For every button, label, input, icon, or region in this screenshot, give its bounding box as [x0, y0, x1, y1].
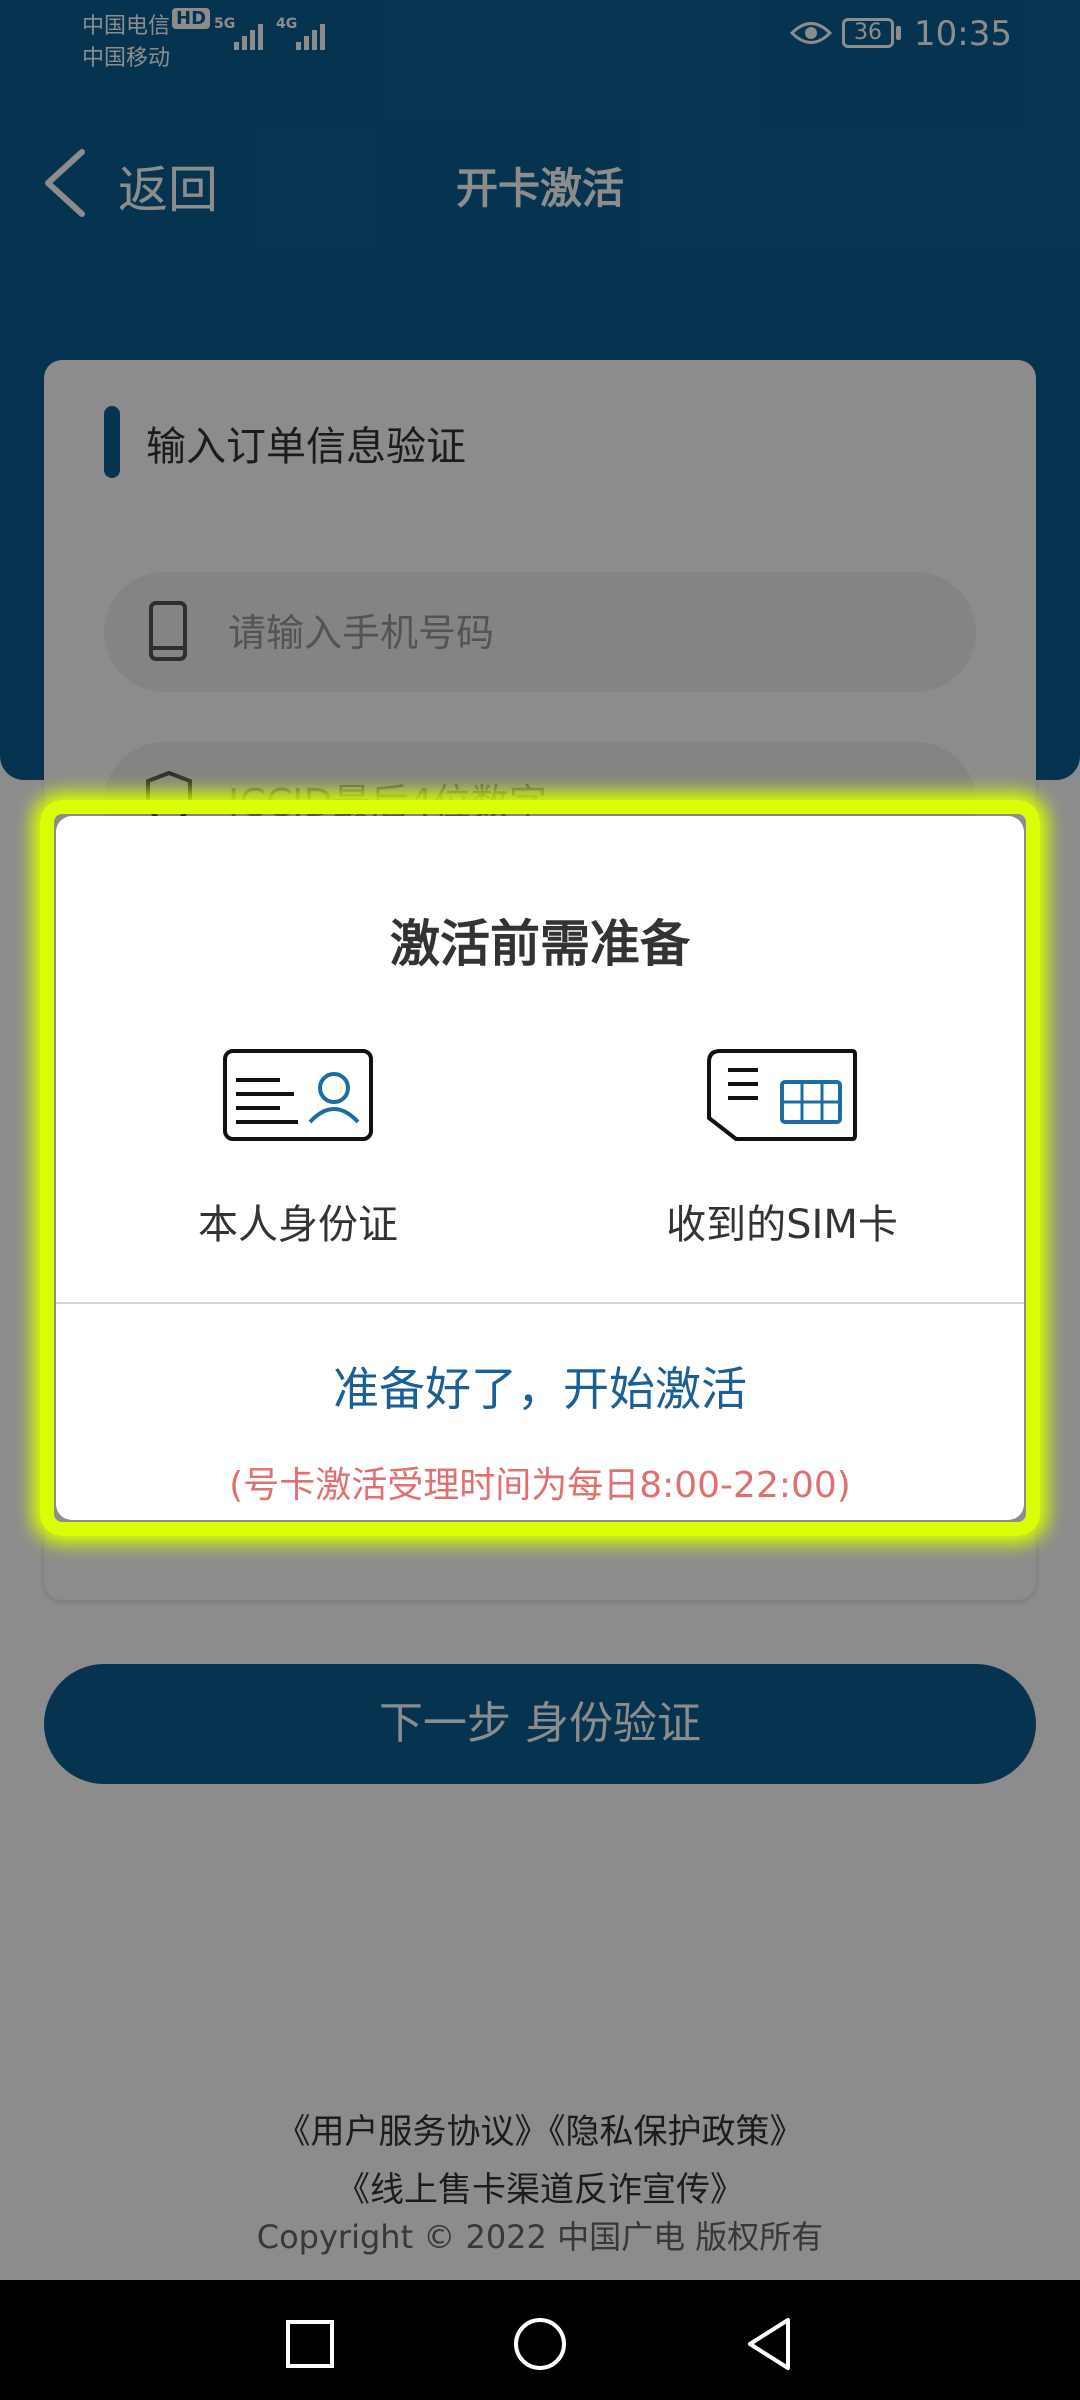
start-activation-button[interactable]: 准备好了，开始激活	[56, 1346, 1024, 1426]
modal-title: 激活前需准备	[390, 915, 690, 973]
activation-hours-notice: (号卡激活受理时间为每日8:00-22:00)	[229, 1465, 851, 1506]
modal-divider	[56, 1302, 1024, 1304]
home-icon[interactable]	[508, 2312, 572, 2376]
recent-apps-icon[interactable]	[278, 2312, 342, 2376]
sim-card-icon	[707, 1049, 857, 1141]
sim-card-label: 收到的SIM卡	[666, 1202, 898, 1248]
id-card-icon	[223, 1049, 373, 1141]
id-card-label: 本人身份证	[198, 1202, 398, 1248]
back-triangle-icon[interactable]	[738, 2312, 802, 2376]
preparation-modal: 激活前需准备 本人身份证 收到的SIM卡 准备好了，开始激活 (号卡激活受理时间…	[56, 816, 1024, 1520]
